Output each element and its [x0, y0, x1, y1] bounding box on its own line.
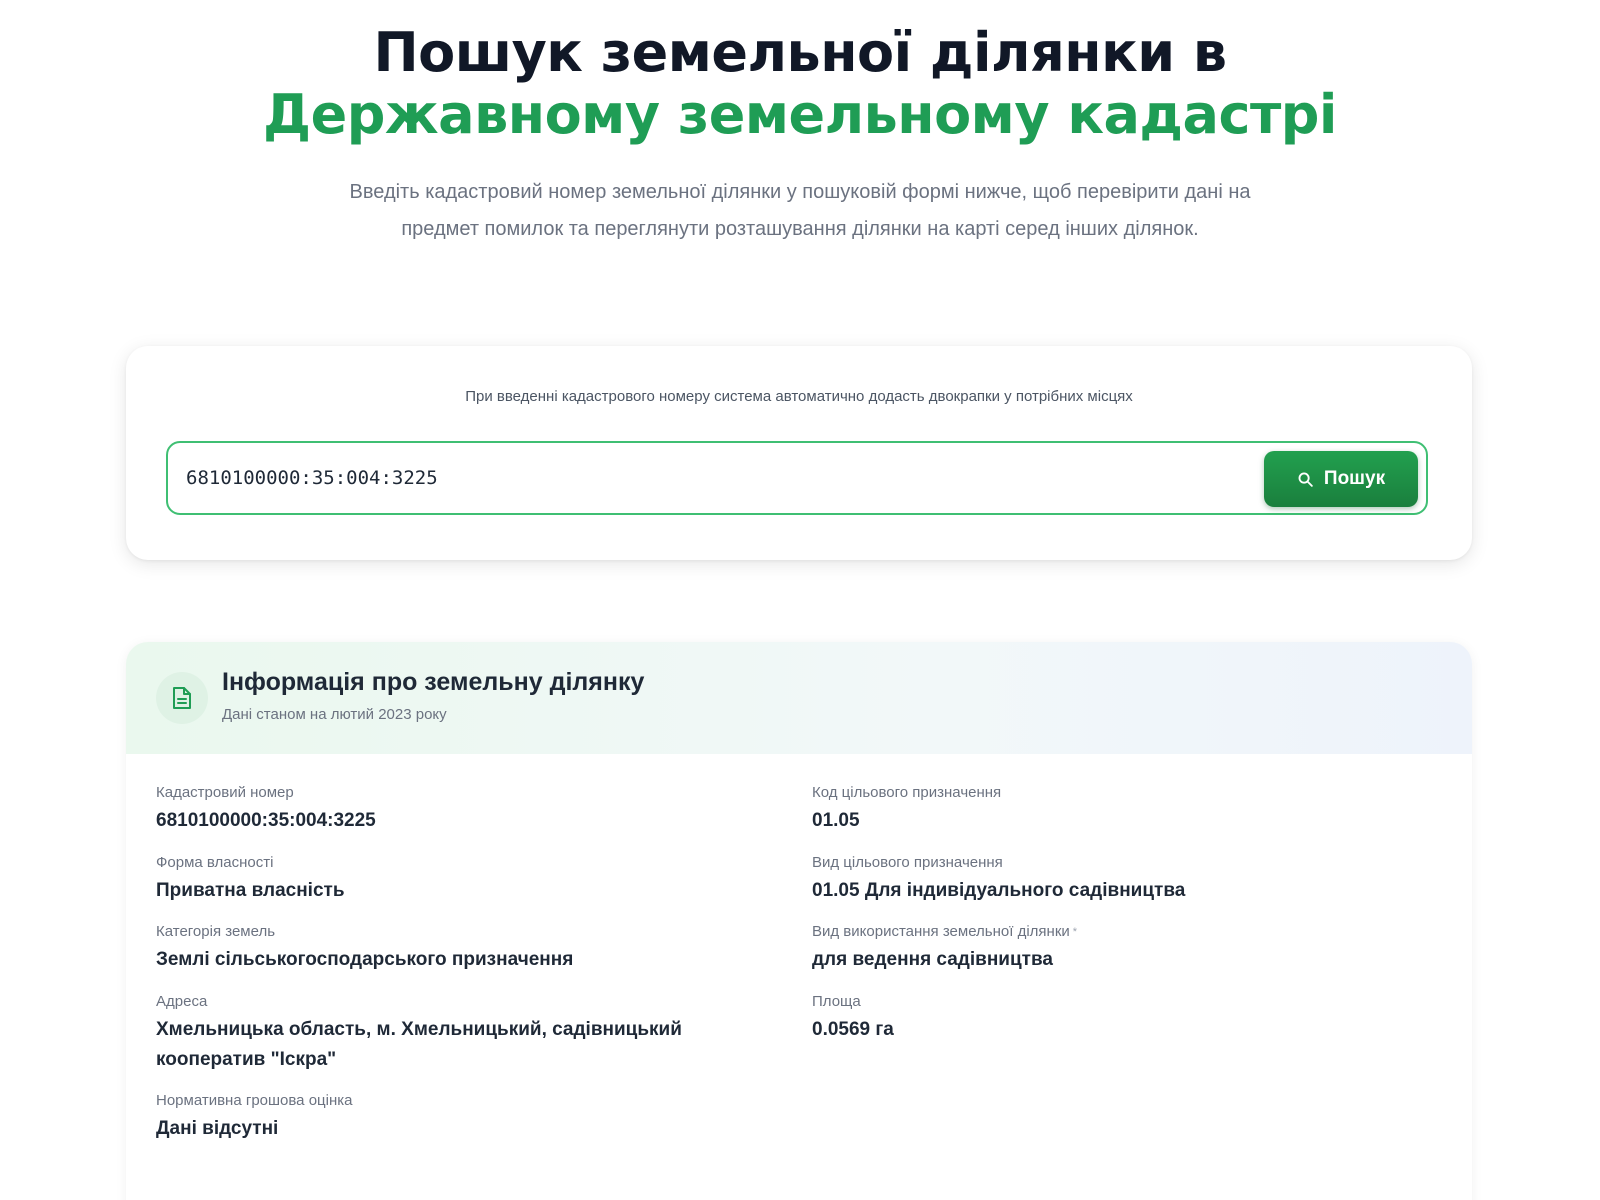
field-purpose-type: Вид цільового призначення 01.05 Для інди…: [812, 854, 1185, 906]
field-ownership-form: Форма власності Приватна власність: [156, 854, 345, 906]
field-label: Код цільового призначення: [812, 784, 1002, 801]
field-label: Нормативна грошова оцінка: [156, 1092, 353, 1109]
info-card-subtitle: Дані станом на лютий 2023 року: [222, 706, 447, 723]
hero-section: Пошук земельної ділянки в Державному зем…: [0, 0, 1600, 248]
page-title: Пошук земельної ділянки в Державному зем…: [0, 22, 1600, 146]
search-hint: При введенні кадастрового номеру система…: [465, 388, 1133, 405]
page: Пошук земельної ділянки в Державному зем…: [0, 0, 1600, 1200]
land-plot-info-card: Інформація про земельну ділянку Дані ста…: [126, 642, 1472, 1200]
field-label: Площа: [812, 993, 861, 1010]
search-button[interactable]: Пошук: [1264, 451, 1418, 507]
field-value: 01.05: [812, 810, 860, 831]
field-value: 0.0569 га: [812, 1019, 894, 1040]
field-label-text: Вид використання земельної ділянки: [812, 923, 1070, 940]
field-land-use-type: Вид використання земельної ділянки * для …: [812, 923, 1077, 975]
document-icon: [156, 672, 208, 724]
field-label: Форма власності: [156, 854, 274, 871]
field-purpose-code: Код цільового призначення 01.05: [812, 784, 1001, 836]
page-title-line1: Пошук земельної ділянки в: [373, 21, 1227, 84]
field-value: Дані відсутні: [156, 1118, 279, 1139]
field-label: Категорія земель: [156, 923, 276, 940]
page-description: Введіть кадастровий номер земельної діля…: [349, 181, 1251, 240]
field-area: Площа 0.0569 га: [812, 993, 894, 1045]
field-value: 01.05 Для індивідуального садівництва: [812, 880, 1186, 901]
search-button-label: Пошук: [1323, 468, 1386, 489]
footnote-marker: *: [1072, 926, 1078, 938]
field-value: 6810100000:35:004:3225: [156, 810, 376, 831]
field-land-category: Категорія земель Землі сільськогосподарс…: [156, 923, 573, 975]
field-label: Вид цільового призначення: [812, 854, 1003, 871]
field-label: Кадастровий номер: [156, 784, 294, 801]
cadastral-number-input[interactable]: [186, 455, 1236, 501]
field-label: Адреса: [156, 993, 208, 1010]
info-card-header: Інформація про земельну ділянку Дані ста…: [126, 642, 1472, 754]
search-icon: [1297, 471, 1314, 488]
field-normative-valuation: Нормативна грошова оцінка Дані відсутні: [156, 1092, 352, 1144]
info-card-title: Інформація про земельну ділянку: [222, 668, 645, 696]
field-cadastral-number: Кадастровий номер 6810100000:35:004:3225: [156, 784, 376, 836]
field-value: Землі сільськогосподарського призначення: [156, 949, 574, 970]
field-label: Вид використання земельної ділянки *: [812, 923, 1077, 941]
page-title-line2: Державному земельному кадастрі: [263, 83, 1337, 146]
field-address: Адреса Хмельницька область, м. Хмельниць…: [156, 993, 736, 1075]
search-box: Пошук: [166, 441, 1428, 515]
field-value: Приватна власність: [156, 880, 345, 901]
search-card: При введенні кадастрового номеру система…: [126, 346, 1472, 560]
field-value: для ведення садівництва: [812, 949, 1053, 970]
field-value: Хмельницька область, м. Хмельницький, са…: [156, 1019, 682, 1070]
